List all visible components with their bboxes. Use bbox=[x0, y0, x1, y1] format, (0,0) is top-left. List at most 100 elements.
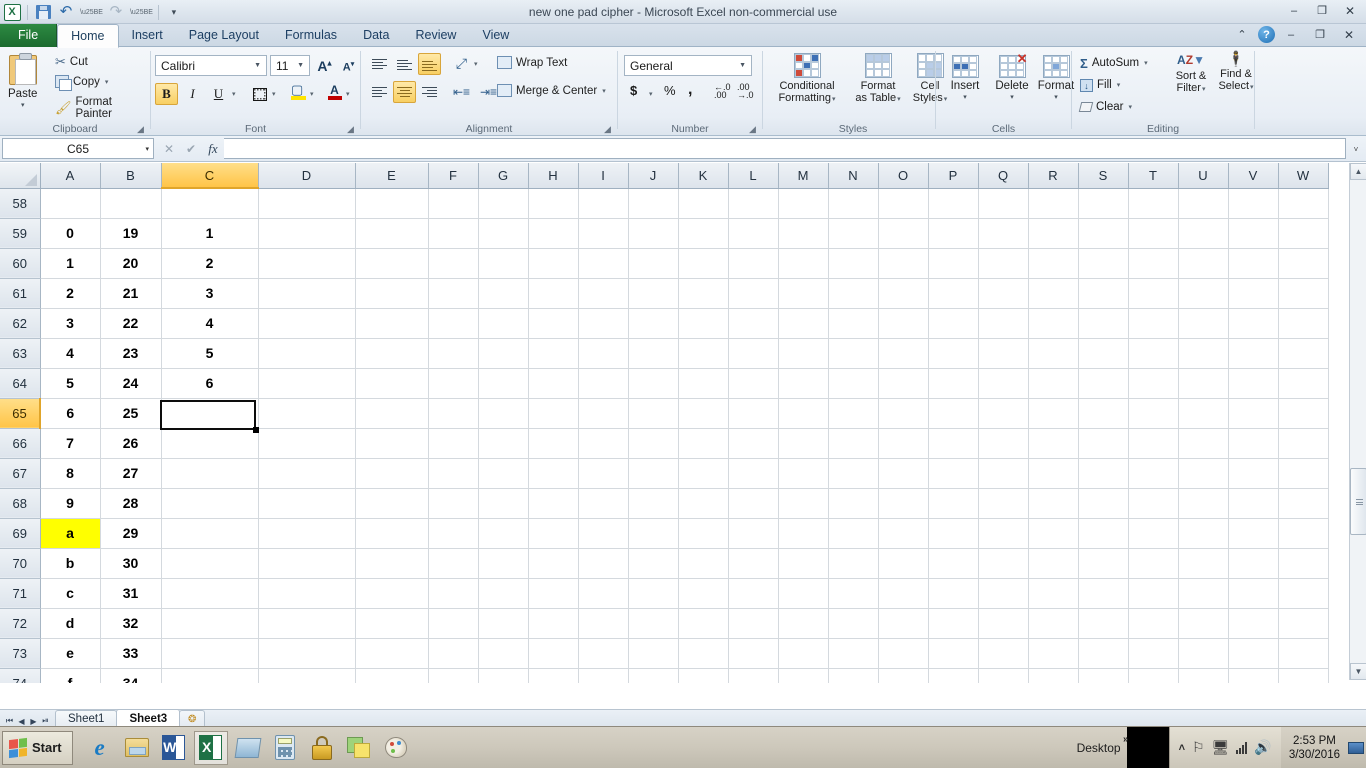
cell-V72[interactable] bbox=[1228, 608, 1279, 639]
cell-D58[interactable] bbox=[258, 188, 356, 219]
fill-color-dropdown-arrow[interactable]: ▾ bbox=[310, 90, 314, 98]
cell-O63[interactable] bbox=[878, 338, 929, 369]
notepad-icon[interactable] bbox=[231, 731, 265, 765]
cell-W68[interactable] bbox=[1278, 488, 1329, 519]
cell-J71[interactable] bbox=[628, 578, 679, 609]
cell-R70[interactable] bbox=[1028, 548, 1079, 579]
cell-U72[interactable] bbox=[1178, 608, 1229, 639]
cell-E72[interactable] bbox=[355, 608, 429, 639]
cell-E64[interactable] bbox=[355, 368, 429, 399]
cell-M58[interactable] bbox=[778, 188, 829, 219]
cell-K62[interactable] bbox=[678, 308, 729, 339]
cell-M59[interactable] bbox=[778, 218, 829, 249]
column-header-V[interactable]: V bbox=[1228, 163, 1279, 189]
column-header-T[interactable]: T bbox=[1128, 163, 1179, 189]
cell-S60[interactable] bbox=[1078, 248, 1129, 279]
cell-C58[interactable] bbox=[161, 188, 259, 219]
align-right-button[interactable] bbox=[418, 81, 441, 103]
cell-B58[interactable] bbox=[100, 188, 162, 219]
cell-B62[interactable]: 22 bbox=[100, 308, 162, 339]
cell-W64[interactable] bbox=[1278, 368, 1329, 399]
cell-C61[interactable]: 3 bbox=[161, 278, 259, 309]
cell-C72[interactable] bbox=[161, 608, 259, 639]
cell-C64[interactable]: 6 bbox=[161, 368, 259, 399]
cell-S74[interactable] bbox=[1078, 668, 1129, 683]
cell-A69[interactable]: a bbox=[40, 518, 101, 549]
cell-L60[interactable] bbox=[728, 248, 779, 279]
cell-B72[interactable]: 32 bbox=[100, 608, 162, 639]
cell-S59[interactable] bbox=[1078, 218, 1129, 249]
cell-P74[interactable] bbox=[928, 668, 979, 683]
cell-M73[interactable] bbox=[778, 638, 829, 669]
row-header-73[interactable]: 73 bbox=[0, 638, 41, 669]
cell-J60[interactable] bbox=[628, 248, 679, 279]
autosum-button[interactable]: Σ AutoSum ▾ bbox=[1080, 54, 1148, 72]
cell-F73[interactable] bbox=[428, 638, 479, 669]
cell-P68[interactable] bbox=[928, 488, 979, 519]
cell-K67[interactable] bbox=[678, 458, 729, 489]
currency-button[interactable]: $ bbox=[630, 83, 637, 98]
font-size-arrow[interactable]: ▼ bbox=[297, 62, 307, 69]
cell-R64[interactable] bbox=[1028, 368, 1079, 399]
row-header-58[interactable]: 58 bbox=[0, 188, 41, 219]
cell-V70[interactable] bbox=[1228, 548, 1279, 579]
cell-I68[interactable] bbox=[578, 488, 629, 519]
cell-J63[interactable] bbox=[628, 338, 679, 369]
cell-D63[interactable] bbox=[258, 338, 356, 369]
cell-F66[interactable] bbox=[428, 428, 479, 459]
cell-K69[interactable] bbox=[678, 518, 729, 549]
cell-H63[interactable] bbox=[528, 338, 579, 369]
cell-P71[interactable] bbox=[928, 578, 979, 609]
cell-I67[interactable] bbox=[578, 458, 629, 489]
cell-T70[interactable] bbox=[1128, 548, 1179, 579]
tab-home[interactable]: Home bbox=[57, 24, 119, 48]
column-header-Q[interactable]: Q bbox=[978, 163, 1029, 189]
cell-C62[interactable]: 4 bbox=[161, 308, 259, 339]
cell-T67[interactable] bbox=[1128, 458, 1179, 489]
grow-font-button[interactable]: A▴ bbox=[313, 55, 336, 77]
cell-U69[interactable] bbox=[1178, 518, 1229, 549]
cell-B69[interactable]: 29 bbox=[100, 518, 162, 549]
cell-Q67[interactable] bbox=[978, 458, 1029, 489]
cell-C68[interactable] bbox=[161, 488, 259, 519]
desktop-label[interactable]: Desktop » bbox=[1077, 734, 1129, 755]
workbook-close-button[interactable]: ✕ bbox=[1336, 26, 1362, 43]
vertical-scrollbar[interactable]: ▲ ▼ bbox=[1349, 163, 1366, 680]
cell-U58[interactable] bbox=[1178, 188, 1229, 219]
cell-I64[interactable] bbox=[578, 368, 629, 399]
column-header-S[interactable]: S bbox=[1078, 163, 1129, 189]
font-name-arrow[interactable]: ▼ bbox=[254, 62, 264, 69]
cell-R61[interactable] bbox=[1028, 278, 1079, 309]
column-header-H[interactable]: H bbox=[528, 163, 579, 189]
borders-button[interactable] bbox=[248, 83, 271, 105]
cell-F67[interactable] bbox=[428, 458, 479, 489]
alignment-dialog-launcher[interactable]: ◢ bbox=[604, 124, 614, 134]
cell-P70[interactable] bbox=[928, 548, 979, 579]
cell-G66[interactable] bbox=[478, 428, 529, 459]
cell-O65[interactable] bbox=[878, 398, 929, 429]
cell-C67[interactable] bbox=[161, 458, 259, 489]
cell-M71[interactable] bbox=[778, 578, 829, 609]
cell-W61[interactable] bbox=[1278, 278, 1329, 309]
cell-L68[interactable] bbox=[728, 488, 779, 519]
tab-formulas[interactable]: Formulas bbox=[272, 24, 350, 47]
cell-P59[interactable] bbox=[928, 218, 979, 249]
cell-T60[interactable] bbox=[1128, 248, 1179, 279]
cell-V58[interactable] bbox=[1228, 188, 1279, 219]
cell-A62[interactable]: 3 bbox=[40, 308, 101, 339]
cell-A58[interactable] bbox=[40, 188, 101, 219]
column-header-G[interactable]: G bbox=[478, 163, 529, 189]
column-header-M[interactable]: M bbox=[778, 163, 829, 189]
cell-S66[interactable] bbox=[1078, 428, 1129, 459]
cell-G65[interactable] bbox=[478, 398, 529, 429]
cell-E65[interactable] bbox=[355, 398, 429, 429]
font-color-button[interactable]: A bbox=[323, 81, 346, 103]
cell-C74[interactable] bbox=[161, 668, 259, 683]
cell-E63[interactable] bbox=[355, 338, 429, 369]
column-header-A[interactable]: A bbox=[40, 163, 101, 189]
cell-C73[interactable] bbox=[161, 638, 259, 669]
cell-K70[interactable] bbox=[678, 548, 729, 579]
number-dialog-launcher[interactable]: ◢ bbox=[749, 124, 759, 134]
column-header-J[interactable]: J bbox=[628, 163, 679, 189]
cell-W72[interactable] bbox=[1278, 608, 1329, 639]
